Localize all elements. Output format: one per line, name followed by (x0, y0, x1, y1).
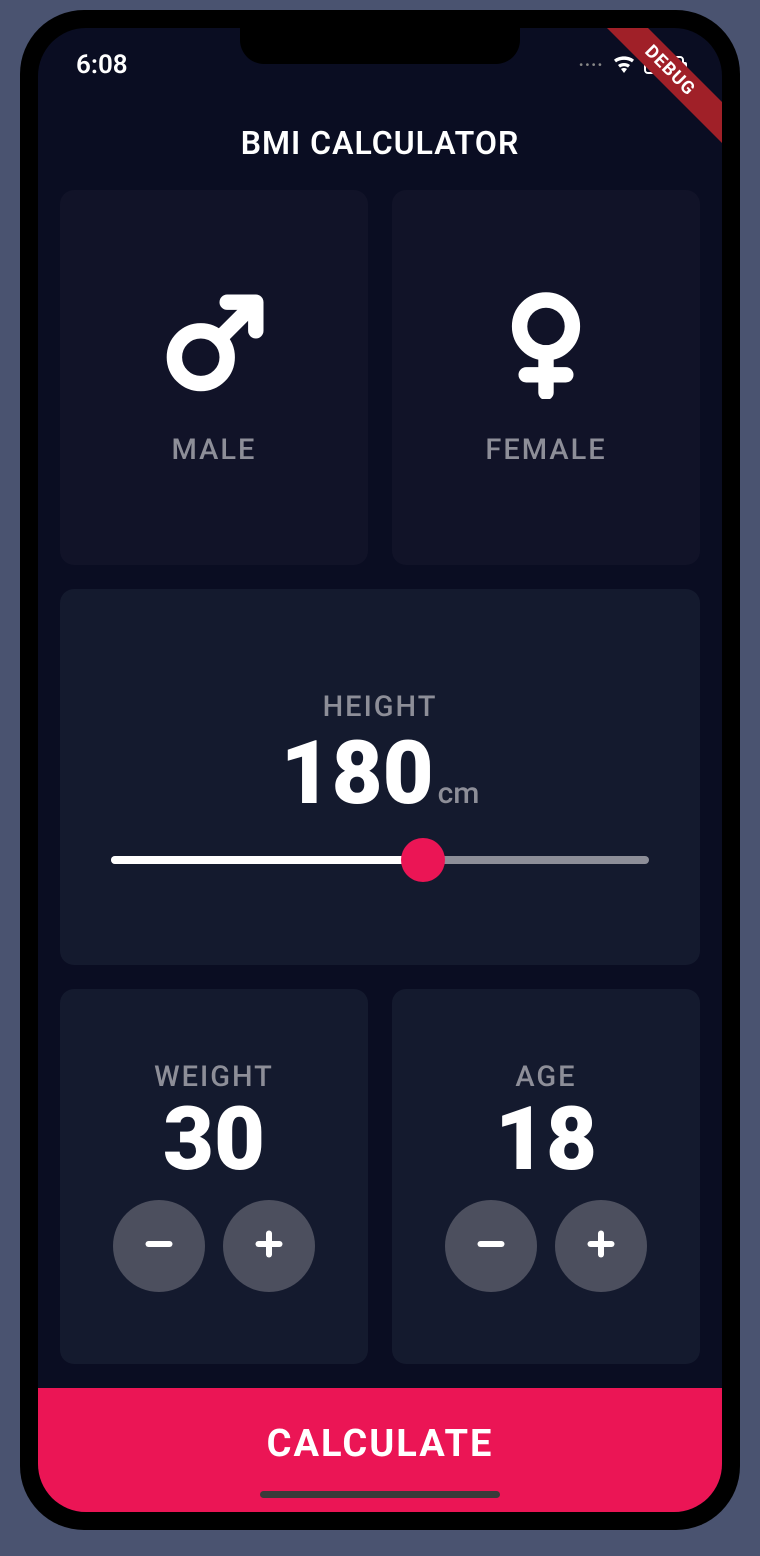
cellular-dots-icon: •••• (579, 58, 604, 72)
slider-thumb[interactable] (401, 838, 445, 882)
wifi-icon (612, 50, 636, 80)
minus-icon (141, 1219, 177, 1274)
age-buttons (445, 1200, 647, 1292)
age-value: 18 (495, 1096, 597, 1184)
battery-icon (644, 56, 684, 74)
gender-row: MALE FEMALE (60, 190, 700, 565)
phone-frame: DEBUG 6:08 •••• BMI CALCULATOR (20, 10, 740, 1530)
venus-icon (491, 289, 601, 403)
gender-male-label: MALE (172, 433, 257, 467)
height-label: HEIGHT (323, 690, 438, 724)
page-title: BMI CALCULATOR (38, 88, 722, 190)
weight-decrement-button[interactable] (113, 1200, 205, 1292)
minus-icon (473, 1219, 509, 1274)
gender-female-card[interactable]: FEMALE (392, 190, 700, 565)
gender-female-label: FEMALE (485, 433, 606, 467)
height-card: HEIGHT 180 cm (60, 589, 700, 964)
status-time: 6:08 (76, 50, 128, 80)
mars-icon (159, 289, 269, 403)
age-increment-button[interactable] (555, 1200, 647, 1292)
height-slider[interactable] (111, 856, 649, 864)
home-indicator[interactable] (260, 1491, 500, 1498)
status-right: •••• (579, 50, 684, 80)
plus-icon (251, 1219, 287, 1274)
weight-value: 30 (163, 1096, 265, 1184)
stepper-row: WEIGHT 30 (60, 989, 700, 1364)
notch (240, 28, 520, 64)
age-decrement-button[interactable] (445, 1200, 537, 1292)
height-unit: cm (438, 776, 480, 811)
plus-icon (583, 1219, 619, 1274)
height-value: 180 (281, 730, 434, 818)
weight-increment-button[interactable] (223, 1200, 315, 1292)
age-card: AGE 18 (392, 989, 700, 1364)
height-value-row: 180 cm (281, 730, 480, 818)
gender-male-card[interactable]: MALE (60, 190, 368, 565)
screen: DEBUG 6:08 •••• BMI CALCULATOR (38, 28, 722, 1512)
content: MALE FEMALE HEIGHT 180 (38, 190, 722, 1364)
slider-fill (111, 856, 423, 864)
weight-buttons (113, 1200, 315, 1292)
weight-card: WEIGHT 30 (60, 989, 368, 1364)
